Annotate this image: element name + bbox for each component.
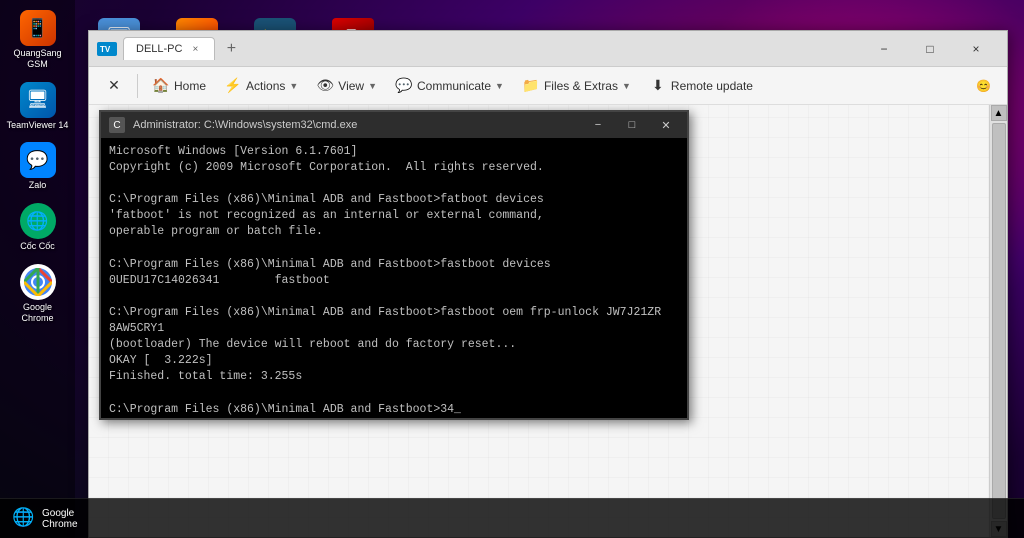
close-button[interactable]: × [953, 31, 999, 67]
cmd-maximize[interactable]: □ [619, 115, 645, 135]
maximize-button[interactable]: □ [907, 31, 953, 67]
cmd-title-bar: C Administrator: C:\Windows\system32\cmd… [101, 112, 687, 138]
actions-label: Actions [246, 79, 285, 93]
home-button[interactable]: 🏠 Home [144, 73, 214, 99]
cmd-line-3 [109, 176, 679, 192]
sidebar-item-coccoc[interactable]: 🌐 Cốc Cốc [4, 198, 72, 257]
toolbar-close-button[interactable]: ✕ [97, 73, 131, 99]
communicate-icon: 💬 [395, 77, 413, 95]
actions-chevron: ▼ [289, 81, 298, 91]
emoji-icon: 😊 [976, 79, 991, 93]
sidebar-item-quangsang[interactable]: 📱 QuangSang GSM [4, 5, 72, 75]
cmd-line-12: (bootloader) The device will reboot and … [109, 337, 679, 353]
sidebar-label-quangsang: QuangSang GSM [7, 48, 69, 70]
actions-icon: ⚡ [224, 77, 242, 95]
svg-text:TV: TV [100, 45, 111, 54]
scrollbar-area: ▲ ▼ [989, 105, 1007, 537]
taskbar-chrome-icon: 🌐 [12, 507, 36, 531]
remote-update-button[interactable]: ⬇ Remote update [641, 73, 761, 99]
files-icon: 📁 [522, 77, 540, 95]
cmd-title: Administrator: C:\Windows\system32\cmd.e… [133, 119, 577, 131]
communicate-button[interactable]: 💬 Communicate ▼ [387, 73, 512, 99]
title-tab-dellpc[interactable]: DELL-PC × [123, 37, 215, 60]
sidebar-item-zalo[interactable]: 💬 Zalo [4, 137, 72, 196]
tab-close-button[interactable]: × [188, 42, 202, 56]
cmd-line-14: Finished. total time: 3.255s [109, 369, 679, 385]
emoji-button[interactable]: 😊 [968, 75, 999, 97]
cmd-line-11: C:\Program Files (x86)\Minimal ADB and F… [109, 305, 679, 337]
sidebar: 📱 QuangSang GSM 🖥 TeamViewer 14 💬 Zalo 🌐… [0, 0, 75, 538]
teamviewer-logo: TV [97, 42, 117, 56]
cmd-line-5: 'fatboot' is not recognized as an intern… [109, 208, 679, 224]
sidebar-item-teamviewer[interactable]: 🖥 TeamViewer 14 [4, 77, 72, 136]
cmd-line-13: OKAY [ 3.222s] [109, 353, 679, 369]
cmd-minimize[interactable]: − [585, 115, 611, 135]
toolbar: ✕ 🏠 Home ⚡ Actions ▼ 👁 View ▼ 💬 Communic… [89, 67, 1007, 105]
tab-label: DELL-PC [136, 43, 182, 55]
actions-button[interactable]: ⚡ Actions ▼ [216, 73, 306, 99]
sidebar-label-zalo: Zalo [29, 180, 47, 191]
files-label: Files & Extras [544, 79, 618, 93]
view-button[interactable]: 👁 View ▼ [308, 73, 385, 99]
taskbar-chrome-label: GoogleChrome [42, 508, 78, 530]
cmd-line-2: Copyright (c) 2009 Microsoft Corporation… [109, 160, 679, 176]
taskbar: 🌐 GoogleChrome [0, 498, 1024, 538]
files-chevron: ▼ [622, 81, 631, 91]
cmd-line-9: 0UEDU17C14026341 fastboot [109, 273, 679, 289]
sidebar-label-teamviewer: TeamViewer 14 [7, 120, 69, 131]
cmd-line-4: C:\Program Files (x86)\Minimal ADB and F… [109, 192, 679, 208]
cmd-close[interactable]: ✕ [653, 115, 679, 135]
minimize-button[interactable]: − [861, 31, 907, 67]
scroll-thumb [992, 123, 1006, 519]
cmd-line-15 [109, 385, 679, 401]
cmd-window[interactable]: C Administrator: C:\Windows\system32\cmd… [99, 110, 689, 420]
cmd-output[interactable]: Microsoft Windows [Version 6.1.7601] Cop… [101, 138, 687, 418]
sidebar-item-google-chrome[interactable]: Google Chrome [4, 259, 72, 329]
cmd-line-6: operable program or batch file. [109, 224, 679, 240]
window-controls: − □ × [861, 31, 999, 67]
new-tab-button[interactable]: + [219, 37, 243, 61]
communicate-label: Communicate [417, 79, 491, 93]
cmd-line-16: C:\Program Files (x86)\Minimal ADB and F… [109, 402, 679, 418]
desktop: 📱 QuangSang GSM 🖥 TeamViewer 14 💬 Zalo 🌐… [0, 0, 1024, 538]
remote-update-icon: ⬇ [649, 77, 667, 95]
view-icon: 👁 [316, 77, 334, 95]
remote-desktop-view: C Administrator: C:\Windows\system32\cmd… [89, 105, 1007, 537]
remote-update-label: Remote update [671, 79, 753, 93]
view-chevron: ▼ [368, 81, 377, 91]
sidebar-label-coccoc: Cốc Cốc [20, 241, 55, 252]
cmd-line-8: C:\Program Files (x86)\Minimal ADB and F… [109, 257, 679, 273]
cmd-line-1: Microsoft Windows [Version 6.1.7601] [109, 144, 679, 160]
sidebar-label-chrome: Google Chrome [7, 302, 69, 324]
cmd-line-10 [109, 289, 679, 305]
home-label: Home [174, 79, 206, 93]
teamviewer-window: TV DELL-PC × + − □ × ✕ 🏠 Home [88, 30, 1008, 538]
cmd-line-7 [109, 241, 679, 257]
view-label: View [338, 79, 364, 93]
scroll-up[interactable]: ▲ [991, 105, 1007, 121]
taskbar-item-chrome[interactable]: 🌐 GoogleChrome [4, 503, 86, 535]
communicate-chevron: ▼ [495, 81, 504, 91]
separator-1 [137, 74, 138, 98]
close-icon: ✕ [105, 77, 123, 95]
home-icon: 🏠 [152, 77, 170, 95]
title-bar: TV DELL-PC × + − □ × [89, 31, 1007, 67]
files-extras-button[interactable]: 📁 Files & Extras ▼ [514, 73, 639, 99]
main-content: C Administrator: C:\Windows\system32\cmd… [89, 105, 1007, 537]
cmd-icon: C [109, 117, 125, 133]
